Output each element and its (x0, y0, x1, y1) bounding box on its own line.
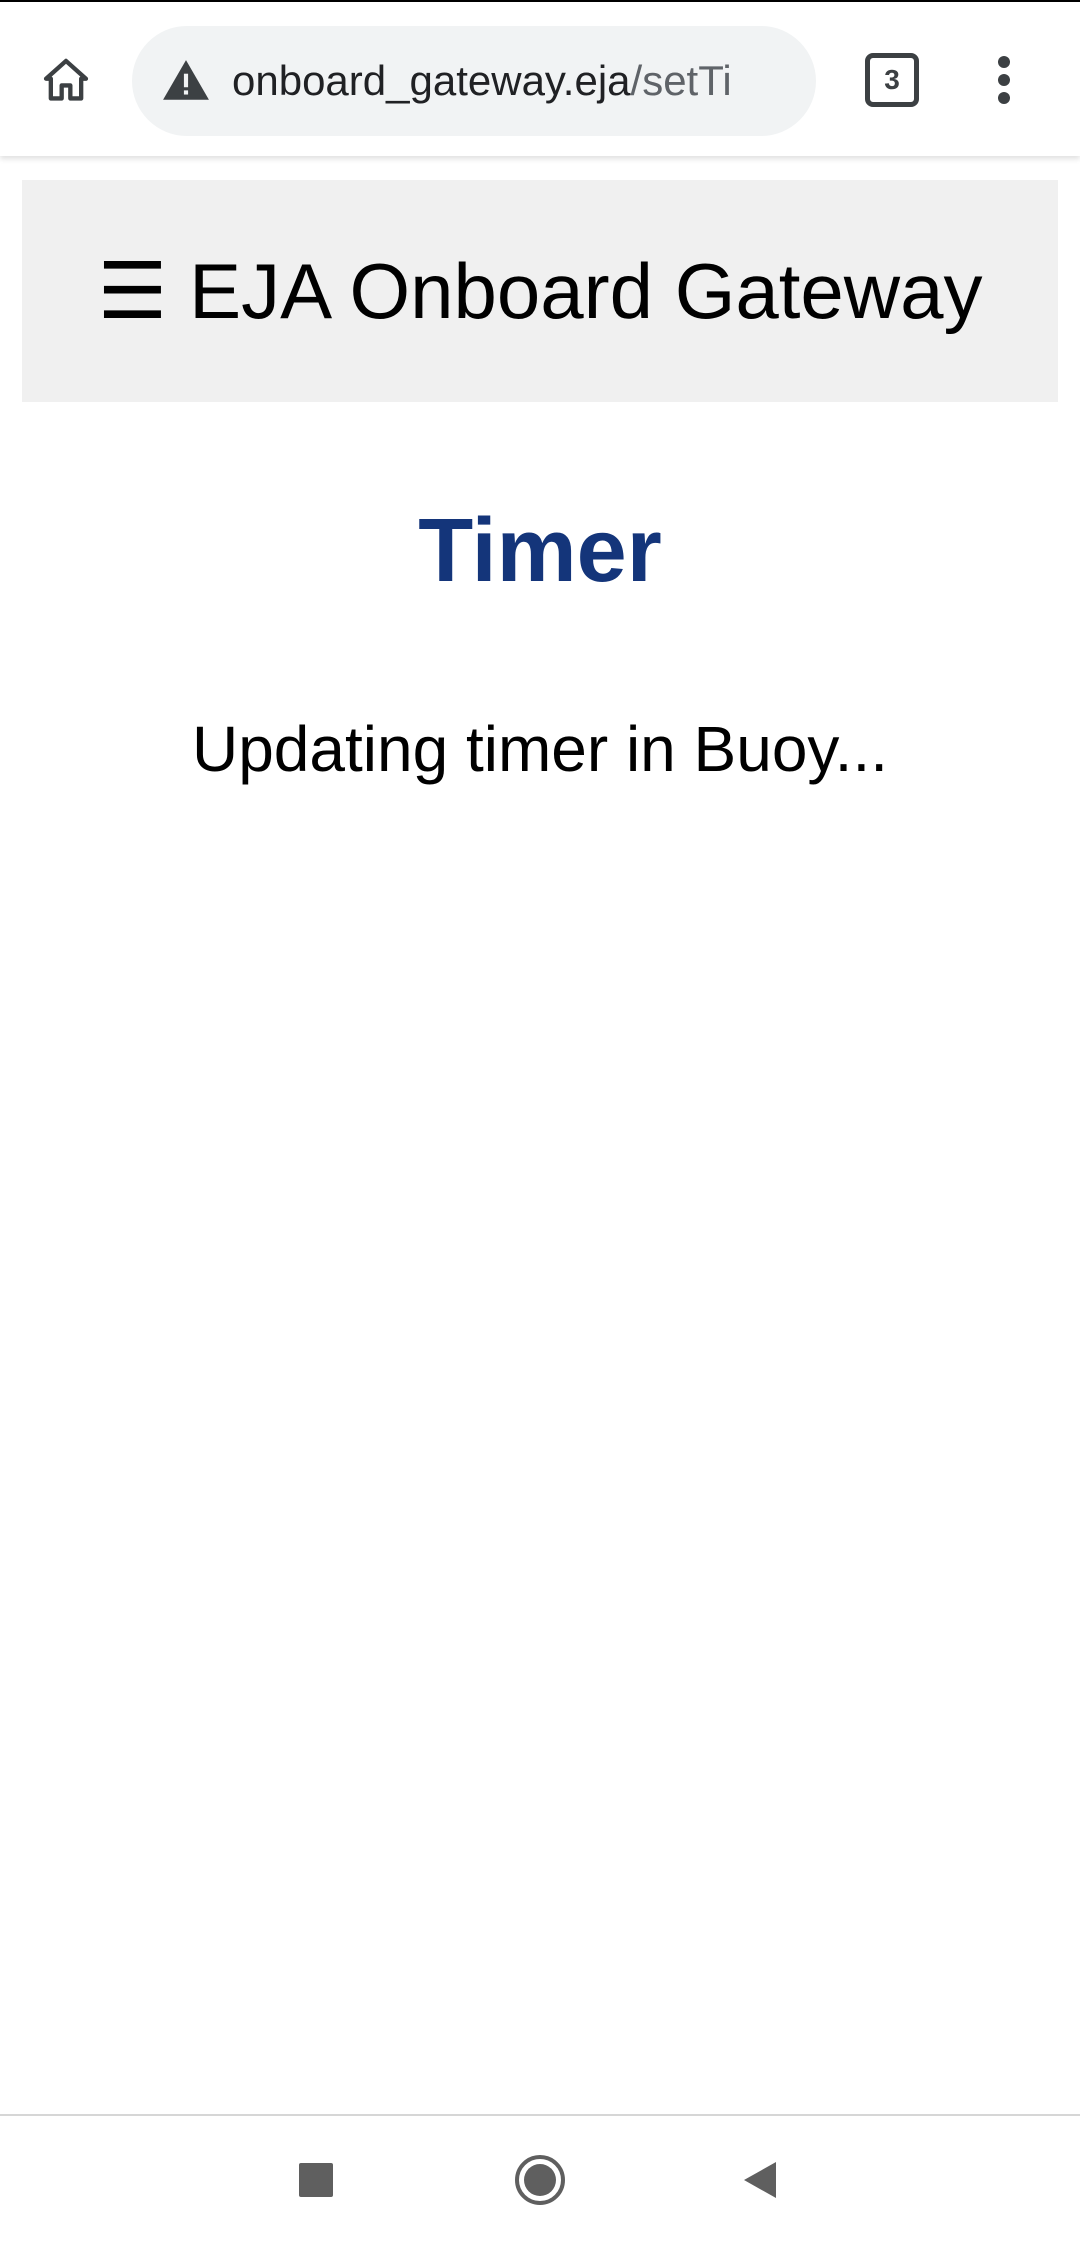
url-text[interactable]: onboard_gateway.eja/setTi (232, 26, 802, 136)
browser-menu-button[interactable] (964, 40, 1044, 120)
home-circle-icon (515, 2155, 565, 2205)
site-header[interactable]: ☰ EJA Onboard Gateway (22, 180, 1058, 402)
tab-switcher-button[interactable]: 3 (852, 40, 932, 120)
warning-triangle-icon[interactable] (160, 56, 212, 106)
more-vert-icon (998, 56, 1010, 104)
system-navigation-bar (0, 2116, 1080, 2242)
browser-home-button[interactable] (26, 40, 106, 120)
url-host: onboard_gateway.eja (232, 57, 631, 104)
system-home-button[interactable] (498, 2138, 582, 2222)
back-triangle-icon (744, 2162, 776, 2198)
status-message: Updating timer in Buoy... (191, 713, 889, 785)
recent-apps-icon (299, 2163, 333, 2197)
page-title: Timer (418, 501, 662, 601)
address-bar[interactable]: onboard_gateway.eja/setTi (132, 26, 816, 136)
recent-apps-button[interactable] (274, 2138, 358, 2222)
home-icon (43, 58, 89, 101)
screen: onboard_gateway.eja/setTi 3 ☰ EJA Onboar… (0, 0, 1080, 2242)
browser-toolbar: onboard_gateway.eja/setTi 3 (0, 2, 1080, 156)
back-button[interactable] (718, 2138, 802, 2222)
tab-switcher-icon: 3 (865, 53, 919, 107)
site-header-title[interactable]: ☰ EJA Onboard Gateway (97, 246, 982, 337)
tab-count: 3 (884, 64, 900, 95)
url-path: /setTi (630, 57, 732, 104)
